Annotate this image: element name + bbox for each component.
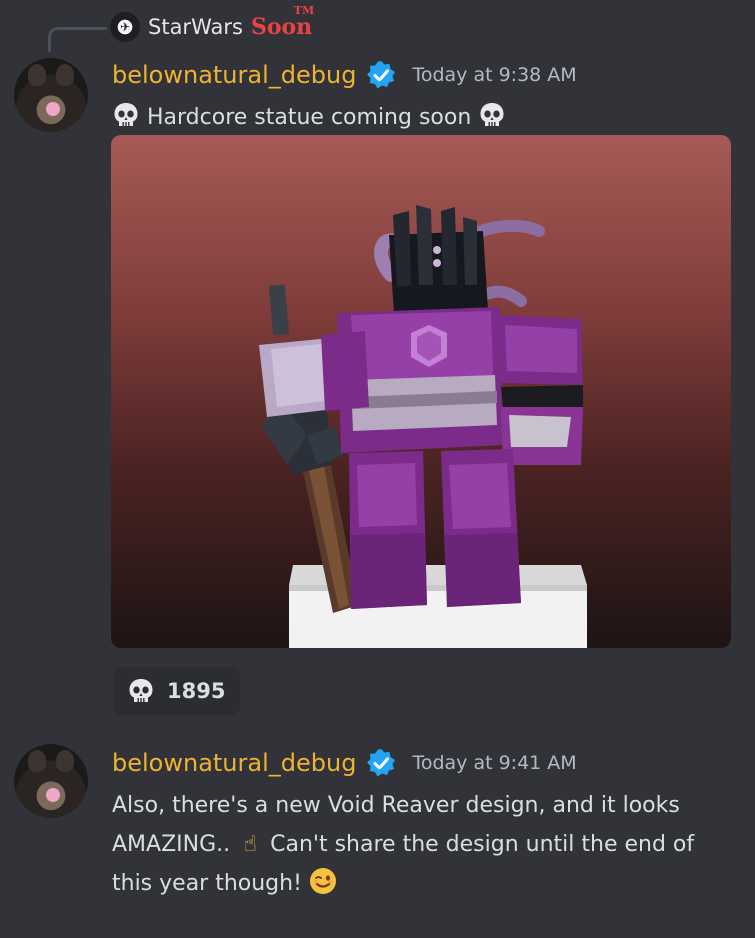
message-text: Can't share the design until the end of <box>270 832 695 857</box>
avatar-ear <box>56 64 74 86</box>
avatar-ear <box>28 64 46 86</box>
ship-icon: ✈ <box>119 20 131 34</box>
reaction-count: 1895 <box>167 679 226 703</box>
image-attachment[interactable] <box>111 135 731 648</box>
message-text: Hardcore statue coming soon <box>147 105 472 130</box>
avatar-ear <box>28 750 46 772</box>
reply-reference[interactable]: ✈ StarWars Soon TM <box>110 4 314 43</box>
statue-render <box>259 205 587 648</box>
verified-badge-icon <box>366 748 396 778</box>
reply-avatar[interactable]: ✈ <box>110 12 140 42</box>
message-header: belownatural_debug Today at 9:38 AM <box>112 60 577 90</box>
skull-icon <box>478 101 506 129</box>
trademark-mark: TM <box>293 4 315 17</box>
avatar[interactable] <box>14 58 88 132</box>
avatar-ear <box>56 750 74 772</box>
username[interactable]: belownatural_debug <box>112 61 356 89</box>
timestamp: Today at 9:41 AM <box>412 752 577 774</box>
message-text: AMAZING.. <box>112 832 231 857</box>
reply-server-tag: Soon TM <box>250 4 314 40</box>
message-line: AMAZING.. ☝ Can't share the design until… <box>112 825 732 864</box>
reply-server-name[interactable]: StarWars <box>148 15 243 39</box>
avatar-pacifier <box>46 788 60 802</box>
wink-emoji-icon <box>309 867 337 908</box>
avatar-pacifier <box>46 102 60 116</box>
reaction-button[interactable]: 1895 <box>113 667 240 715</box>
message-header: belownatural_debug Today at 9:41 AM <box>112 748 577 778</box>
message-content: Hardcore statue coming soon <box>112 98 732 137</box>
message-line: Also, there's a new Void Reaver design, … <box>112 793 680 818</box>
message-line: this year though! <box>112 864 732 908</box>
timestamp: Today at 9:38 AM <box>412 64 577 86</box>
reply-tag-text: Soon <box>250 14 313 40</box>
message-content: Also, there's a new Void Reaver design, … <box>112 786 732 908</box>
skull-icon <box>127 677 155 705</box>
point-up-hand-icon: ☝ <box>243 832 257 857</box>
reply-connector <box>48 27 107 52</box>
message-text: this year though! <box>112 871 302 896</box>
skull-icon <box>112 101 140 129</box>
verified-badge-icon <box>366 60 396 90</box>
username[interactable]: belownatural_debug <box>112 749 356 777</box>
avatar[interactable] <box>14 744 88 818</box>
